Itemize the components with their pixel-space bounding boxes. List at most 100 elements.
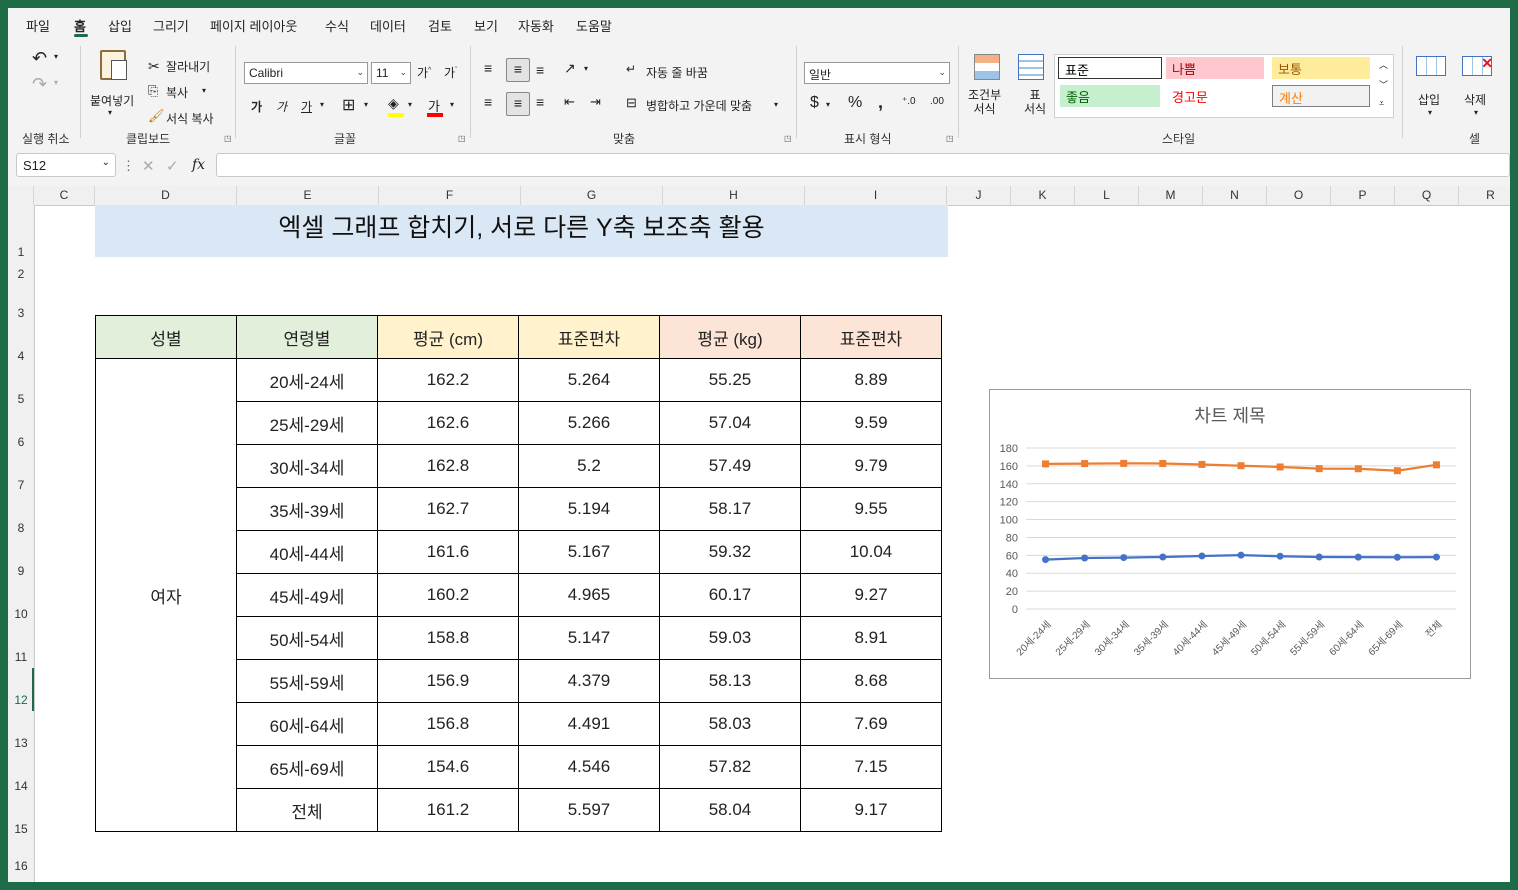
format-as-table-button[interactable]: 표 서식: [1024, 88, 1046, 116]
row-header[interactable]: 4: [8, 349, 34, 363]
delete-cells-button[interactable]: 삭제: [1464, 91, 1486, 108]
merge-center-button[interactable]: 병합하고 가운데 맞춤: [646, 97, 752, 114]
weight-sd-cell[interactable]: 9.59: [800, 401, 942, 445]
weight-sd-cell[interactable]: 10.04: [800, 530, 942, 574]
clipboard-launcher-icon[interactable]: ◳: [224, 134, 232, 143]
weight-sd-cell[interactable]: 9.27: [800, 573, 942, 617]
font-size-select[interactable]: 11 ⌄: [371, 62, 411, 84]
height-sd-cell[interactable]: 5.147: [518, 616, 660, 660]
currency-dropdown-icon[interactable]: ▾: [826, 100, 830, 109]
redo-icon[interactable]: ↷: [32, 74, 47, 95]
cancel-icon[interactable]: ✕: [142, 157, 155, 175]
number-launcher-icon[interactable]: ◳: [946, 134, 954, 143]
height-mean-cell[interactable]: 154.6: [377, 745, 519, 789]
insert-function-icon[interactable]: fx: [192, 157, 205, 173]
weight-mean-cell[interactable]: 59.32: [659, 530, 801, 574]
height-mean-cell[interactable]: 160.2: [377, 573, 519, 617]
shrink-font-icon[interactable]: 가ˇ: [444, 64, 457, 81]
font-name-select[interactable]: Calibri ⌄: [244, 62, 368, 84]
column-header[interactable]: P: [1331, 186, 1395, 205]
align-left-icon[interactable]: ≡: [484, 94, 492, 110]
menu-view[interactable]: 보기: [474, 16, 498, 35]
height-mean-cell[interactable]: 156.9: [377, 659, 519, 703]
weight-sd-cell[interactable]: 8.68: [800, 659, 942, 703]
age-cell[interactable]: 55세-59세: [236, 659, 378, 703]
height-sd-cell[interactable]: 4.965: [518, 573, 660, 617]
fill-dropdown-icon[interactable]: ▾: [408, 100, 412, 109]
conditional-format-button[interactable]: 조건부 서식: [968, 88, 1001, 116]
format-painter-button[interactable]: 서식 복사: [166, 110, 214, 127]
style-normal[interactable]: 표준: [1058, 57, 1162, 79]
height-mean-cell[interactable]: 162.8: [377, 444, 519, 488]
age-cell[interactable]: 20세-24세: [236, 358, 378, 402]
height-sd-cell[interactable]: 4.491: [518, 702, 660, 746]
row-header[interactable]: 16: [8, 859, 34, 873]
grow-font-icon[interactable]: 가^: [417, 64, 431, 81]
border-icon[interactable]: ⊞: [342, 95, 355, 115]
merge-center-icon[interactable]: ⊟: [626, 95, 637, 111]
menu-home[interactable]: 홈: [74, 16, 86, 35]
weight-mean-cell[interactable]: 59.03: [659, 616, 801, 660]
header-gender[interactable]: 성별: [95, 315, 237, 359]
weight-sd-cell[interactable]: 7.15: [800, 745, 942, 789]
height-mean-cell[interactable]: 161.6: [377, 530, 519, 574]
height-mean-cell[interactable]: 162.2: [377, 358, 519, 402]
copy-dropdown-icon[interactable]: ▾: [202, 86, 206, 95]
style-bad[interactable]: 나쁨: [1166, 57, 1264, 79]
style-neutral[interactable]: 보통: [1272, 57, 1370, 79]
number-format-select[interactable]: 일반 ⌄: [804, 62, 950, 84]
cut-button[interactable]: 잘라내기: [166, 58, 210, 75]
delete-cells-icon[interactable]: ✕: [1462, 55, 1493, 76]
conditional-format-icon[interactable]: [974, 54, 1000, 80]
height-sd-cell[interactable]: 4.546: [518, 745, 660, 789]
age-cell[interactable]: 50세-54세: [236, 616, 378, 660]
column-header[interactable]: H: [663, 186, 805, 205]
row-header[interactable]: 15: [8, 822, 34, 836]
redo-dropdown-icon[interactable]: ▾: [54, 78, 58, 87]
underline-dropdown-icon[interactable]: ▾: [320, 100, 324, 109]
row-header[interactable]: 1: [8, 245, 34, 259]
menu-formulas[interactable]: 수식: [325, 16, 349, 35]
align-top-icon[interactable]: ≡: [484, 60, 492, 76]
age-cell[interactable]: 전체: [236, 788, 378, 832]
row-header[interactable]: 2: [8, 267, 34, 281]
age-cell[interactable]: 30세-34세: [236, 444, 378, 488]
align-launcher-icon[interactable]: ◳: [784, 134, 792, 143]
font-launcher-icon[interactable]: ◳: [458, 134, 466, 143]
decrease-indent-icon[interactable]: ⇤: [564, 94, 575, 110]
chart[interactable]: 차트 제목 0 20 40 60 80 100 120 140 160 180 20세-24세 25세…: [989, 389, 1471, 679]
paste-icon[interactable]: [100, 50, 127, 80]
height-sd-cell[interactable]: 5.167: [518, 530, 660, 574]
column-header[interactable]: R: [1459, 186, 1510, 205]
align-bottom-icon[interactable]: ≡: [536, 62, 544, 78]
weight-mean-cell[interactable]: 58.03: [659, 702, 801, 746]
gallery-up-icon[interactable]: ︿: [1379, 58, 1388, 71]
enter-icon[interactable]: ✓: [166, 157, 179, 175]
column-header[interactable]: L: [1075, 186, 1139, 205]
menu-draw[interactable]: 그리기: [153, 16, 189, 35]
weight-sd-cell[interactable]: 7.69: [800, 702, 942, 746]
delete-dropdown-icon[interactable]: ▾: [1474, 108, 1478, 117]
wrap-text-button[interactable]: 자동 줄 바꿈: [646, 64, 708, 81]
column-header[interactable]: K: [1011, 186, 1075, 205]
orientation-icon[interactable]: ↗: [564, 60, 576, 77]
header-weight-sd[interactable]: 표준편차: [800, 315, 942, 359]
style-calculation[interactable]: 계산: [1272, 85, 1370, 107]
weight-mean-cell[interactable]: 58.13: [659, 659, 801, 703]
menu-automate[interactable]: 자동화: [518, 16, 554, 35]
age-cell[interactable]: 35세-39세: [236, 487, 378, 531]
row-header[interactable]: 13: [8, 736, 34, 750]
weight-mean-cell[interactable]: 57.04: [659, 401, 801, 445]
height-mean-cell[interactable]: 162.6: [377, 401, 519, 445]
height-sd-cell[interactable]: 5.264: [518, 358, 660, 402]
menu-page-layout[interactable]: 페이지 레이아웃: [210, 16, 297, 35]
sheet-title[interactable]: 엑셀 그래프 합치기, 서로 다른 Y축 보조축 활용: [95, 205, 948, 257]
chart-title[interactable]: 차트 제목: [1194, 406, 1265, 426]
bold-icon[interactable]: 가: [251, 98, 262, 115]
weight-sd-cell[interactable]: 9.55: [800, 487, 942, 531]
menu-review[interactable]: 검토: [428, 16, 452, 35]
copy-button[interactable]: 복사: [166, 84, 188, 101]
header-age[interactable]: 연령별: [236, 315, 378, 359]
height-sd-cell[interactable]: 5.194: [518, 487, 660, 531]
weight-mean-cell[interactable]: 60.17: [659, 573, 801, 617]
